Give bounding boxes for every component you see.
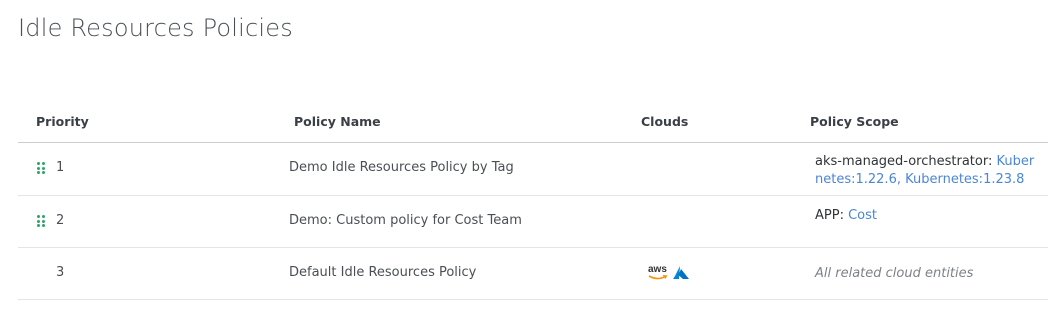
header-clouds[interactable]: Clouds xyxy=(641,114,688,129)
policy-scope: aks-managed-orchestrator: Kubernetes:1.2… xyxy=(815,153,1040,189)
aws-icon: aws xyxy=(648,265,668,281)
policy-scope: All related cloud entities xyxy=(815,266,974,281)
table-row[interactable]: 2 Demo: Custom policy for Cost Team APP:… xyxy=(18,196,1048,248)
scope-key: APP: xyxy=(815,208,844,223)
header-policy-scope[interactable]: Policy Scope xyxy=(810,114,899,129)
table-header: Priority Policy Name Clouds Policy Scope xyxy=(18,100,1048,143)
page-title: Idle Resources Policies xyxy=(18,14,293,42)
table-row[interactable]: 3 Default Idle Resources Policy aws All … xyxy=(18,248,1048,300)
drag-handle-icon[interactable] xyxy=(37,215,46,227)
policy-name[interactable]: Default Idle Resources Policy xyxy=(289,265,476,280)
azure-icon xyxy=(672,265,690,281)
scope-value-link[interactable]: Cost xyxy=(848,208,877,223)
priority-value: 3 xyxy=(56,265,65,280)
drag-handle-icon[interactable] xyxy=(37,162,46,174)
header-policy-name[interactable]: Policy Name xyxy=(294,114,381,129)
priority-value: 1 xyxy=(56,160,65,175)
priority-value: 2 xyxy=(56,213,65,228)
policy-scope: APP: Cost xyxy=(815,207,1040,225)
header-priority[interactable]: Priority xyxy=(36,114,89,129)
scope-key: aks-managed-orchestrator: xyxy=(815,154,993,169)
clouds-cell: aws xyxy=(648,265,690,281)
policies-table: Priority Policy Name Clouds Policy Scope… xyxy=(18,100,1048,300)
policy-name[interactable]: Demo: Custom policy for Cost Team xyxy=(289,213,522,228)
policy-name[interactable]: Demo Idle Resources Policy by Tag xyxy=(289,160,514,175)
aws-logo-text: aws xyxy=(648,264,667,275)
table-row[interactable]: 1 Demo Idle Resources Policy by Tag aks-… xyxy=(18,143,1048,196)
